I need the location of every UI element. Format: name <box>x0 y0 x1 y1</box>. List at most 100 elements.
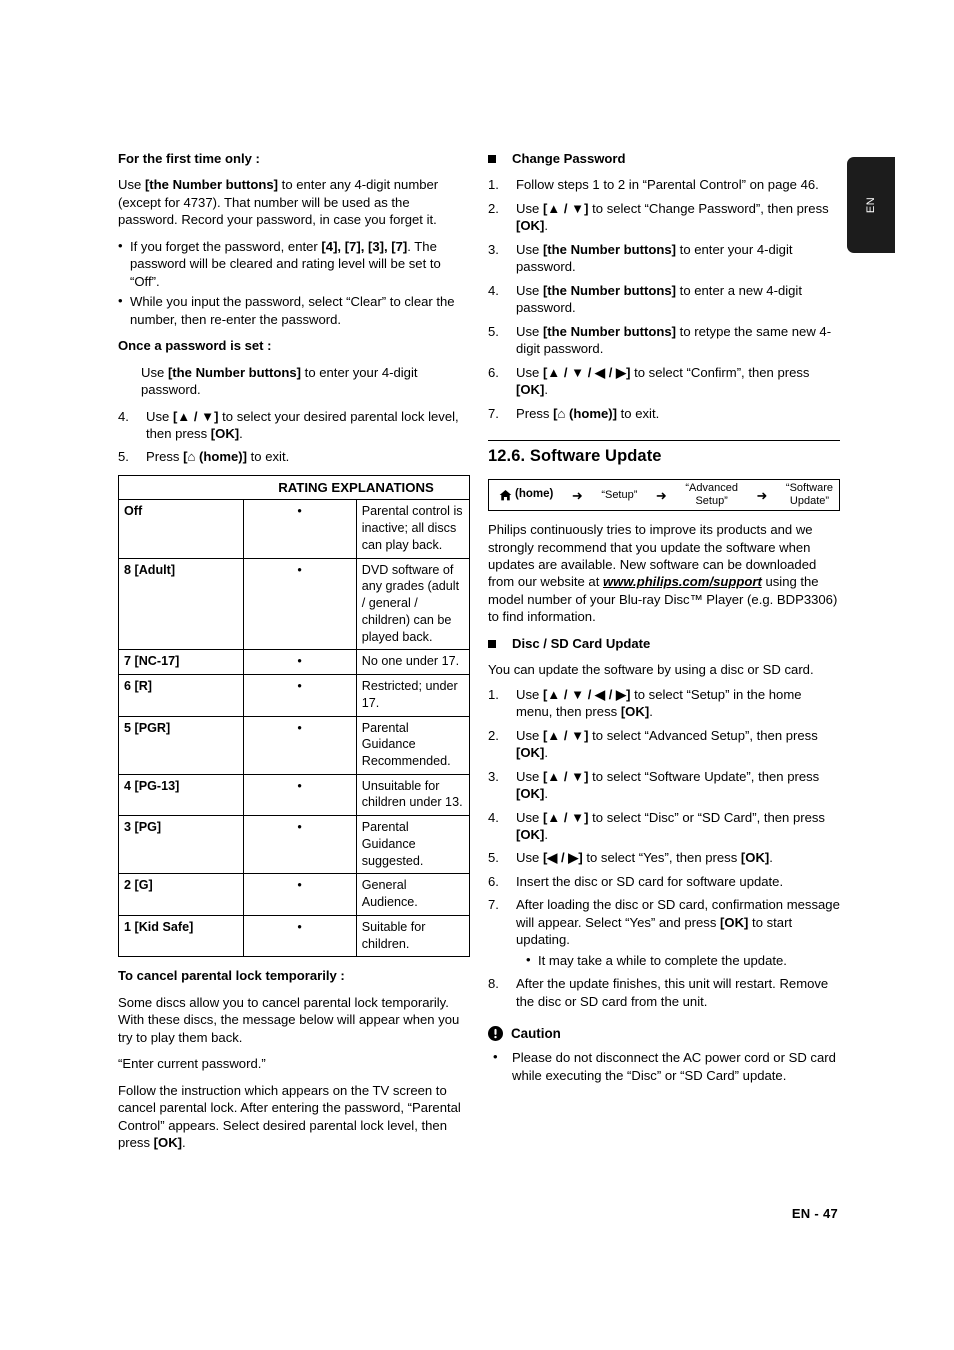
page-footer: EN - 47 <box>791 1206 838 1221</box>
rating-description: No one under 17. <box>355 649 471 676</box>
step-text-d: [OK] <box>516 218 545 234</box>
list-item: 5. Press [⌂ (home)] to exit. <box>118 448 470 465</box>
list-item: While you input the password, select “Cl… <box>118 292 470 328</box>
step-number: 5. <box>118 449 129 465</box>
bullet-text-a: If you forget the password, enter <box>130 238 322 254</box>
step-text-c: to exit. <box>617 405 660 421</box>
rating-description: DVD software of any grades (adult / gene… <box>355 557 471 651</box>
caution-list: Please do not disconnect the AC power co… <box>488 1048 840 1084</box>
step-text-d: [OK] <box>740 850 770 866</box>
row-bullet: • <box>242 649 357 676</box>
step-number: 3. <box>488 768 499 784</box>
step-number: 2. <box>488 727 499 743</box>
rating-description: General Audience. <box>355 873 471 916</box>
step-text-e: . <box>544 827 549 842</box>
step-text-a: Use <box>516 241 543 257</box>
step-text-d: [OK] <box>620 704 650 720</box>
step-text-e: . <box>544 218 549 234</box>
support-url-link[interactable]: www.philips.com/support <box>603 574 762 589</box>
page-title: 12.6. Software Update <box>488 447 662 466</box>
breadcrumb-home-label: (home) <box>515 488 554 501</box>
step-text-a: Use <box>516 768 543 784</box>
step-text-c: to select “Change Password”, then press <box>588 200 829 216</box>
list-item: If you forget the password, enter [4], [… <box>118 237 470 290</box>
table-row: 8 [Adult] • DVD software of any grades (… <box>118 557 471 651</box>
step-text-b: [▲ / ▼] <box>542 727 589 743</box>
step-text-e: . <box>544 745 549 761</box>
cancel-text-b: [OK] <box>153 1135 183 1151</box>
table-body: RATING EXPLANATIONS Off • Parental contr… <box>118 474 471 958</box>
rating-description: Parental control is inactive; all discs … <box>355 499 471 559</box>
square-bullet-icon <box>488 639 496 648</box>
disc-sd-intro: You can update the software by using a d… <box>488 662 814 678</box>
list-item: Please do not disconnect the AC power co… <box>488 1048 840 1084</box>
breadcrumb: (home) ➜ “Setup” ➜ “Advanced Setup” ➜ “S… <box>488 479 840 512</box>
rating-level: 2 [G] <box>118 873 244 916</box>
step-text-a: Press <box>516 405 554 421</box>
step-text-b: [the Number buttons] <box>542 323 677 339</box>
cancel-lock-paragraph-1: Some discs allow you to cancel parental … <box>118 994 460 1045</box>
disc-sd-card-update-heading: Disc / SD Card Update <box>488 635 840 652</box>
rating-level: 6 [R] <box>118 674 244 717</box>
disc-sd-steps-list: 1. Use [▲ / ▼ / ◀ / ▶] to select “Setup” … <box>488 686 840 1011</box>
step-text-b: [▲ / ▼ / ◀ / ▶] <box>542 686 631 702</box>
step-number: 8. <box>488 976 499 992</box>
square-bullet-icon <box>488 155 496 163</box>
step-text-e: . <box>649 704 653 720</box>
arrow-right-icon: ➜ <box>756 487 768 503</box>
rating-level: 5 [PGR] <box>118 715 244 775</box>
step-text-b: [▲ / ▼] <box>172 408 219 424</box>
step-text-b: [▲ / ▼ / ◀ / ▶] <box>542 364 631 380</box>
parental-steps-list: 4. Use [▲ / ▼] to select your desired par… <box>118 408 470 466</box>
step-text-d: [OK] <box>210 425 240 441</box>
rating-description: Suitable for children. <box>355 914 471 958</box>
change-password-steps-list: 1. Follow steps 1 to 2 in “Parental Contr… <box>488 176 840 422</box>
table-header-blank-cell <box>118 474 243 501</box>
step-text-e: . <box>239 425 243 441</box>
row-bullet: • <box>242 815 357 875</box>
list-item: 8. After the update finishes, this unit w… <box>488 975 840 1010</box>
arrow-right-icon: ➜ <box>571 487 583 503</box>
step-number: 7. <box>488 405 499 421</box>
rating-level: 8 [Adult] <box>118 557 244 651</box>
rating-level: 4 [PG-13] <box>118 773 244 817</box>
step-text-a: Follow steps 1 to 2 in “Parental Control… <box>516 177 819 193</box>
step-text-c: to select “Disc” or “SD Card”, then pres… <box>588 809 825 825</box>
table-row: 7 [NC-17] • No one under 17. <box>118 649 471 676</box>
step-text-c: to select “Yes”, then press <box>582 850 741 866</box>
home-icon <box>499 489 512 502</box>
list-item: 2. Use [▲ / ▼] to select “Advanced Setup”… <box>488 727 840 762</box>
step-text-b: [▲ / ▼] <box>542 768 589 784</box>
cancel-text-c: . <box>182 1135 186 1151</box>
manual-page: EN For the first time only : Use [the Nu… <box>0 0 954 1350</box>
step-text-c: to select “Confirm”, then press <box>630 364 810 380</box>
list-item: It may take a while to complete the upda… <box>526 951 840 969</box>
step-text-a: Use <box>516 200 543 216</box>
step-text-b: [⌂ (home)] <box>553 405 618 421</box>
breadcrumb-home: (home) <box>495 488 553 502</box>
step-number: 5. <box>488 323 499 339</box>
step-text-a: Use <box>516 686 543 702</box>
breadcrumb-item-setup: “Setup” <box>601 488 638 501</box>
step-text-e: . <box>544 382 549 398</box>
step-text-a: Use <box>146 408 173 424</box>
step-text-d: [OK] <box>720 914 749 930</box>
bullet-text-b: [4], [7], [3], [7] <box>321 238 408 254</box>
rating-level: 3 [PG] <box>118 815 244 875</box>
language-tab: EN <box>847 157 895 253</box>
step-text-c: to select “Software Update”, then press <box>588 768 820 784</box>
list-item: 6. Use [▲ / ▼ / ◀ / ▶] to select “Confirm… <box>488 364 840 399</box>
breadcrumb-item-software-update: “Software Update” <box>785 482 833 508</box>
section-divider <box>488 440 840 442</box>
step-number: 1. <box>488 686 499 702</box>
step-text-d: [OK] <box>516 827 545 842</box>
row-bullet: • <box>242 914 357 958</box>
language-tab-label: EN <box>865 196 877 214</box>
step-number: 4. <box>118 408 129 424</box>
change-password-heading-label: Change Password <box>512 151 626 166</box>
step-number: 1. <box>488 177 499 193</box>
table-header-row: RATING EXPLANATIONS <box>118 474 470 501</box>
step-text-a: Use <box>516 364 543 380</box>
step-text-d: [OK] <box>516 382 545 398</box>
step-text-b: [◀ / ▶] <box>542 850 583 866</box>
